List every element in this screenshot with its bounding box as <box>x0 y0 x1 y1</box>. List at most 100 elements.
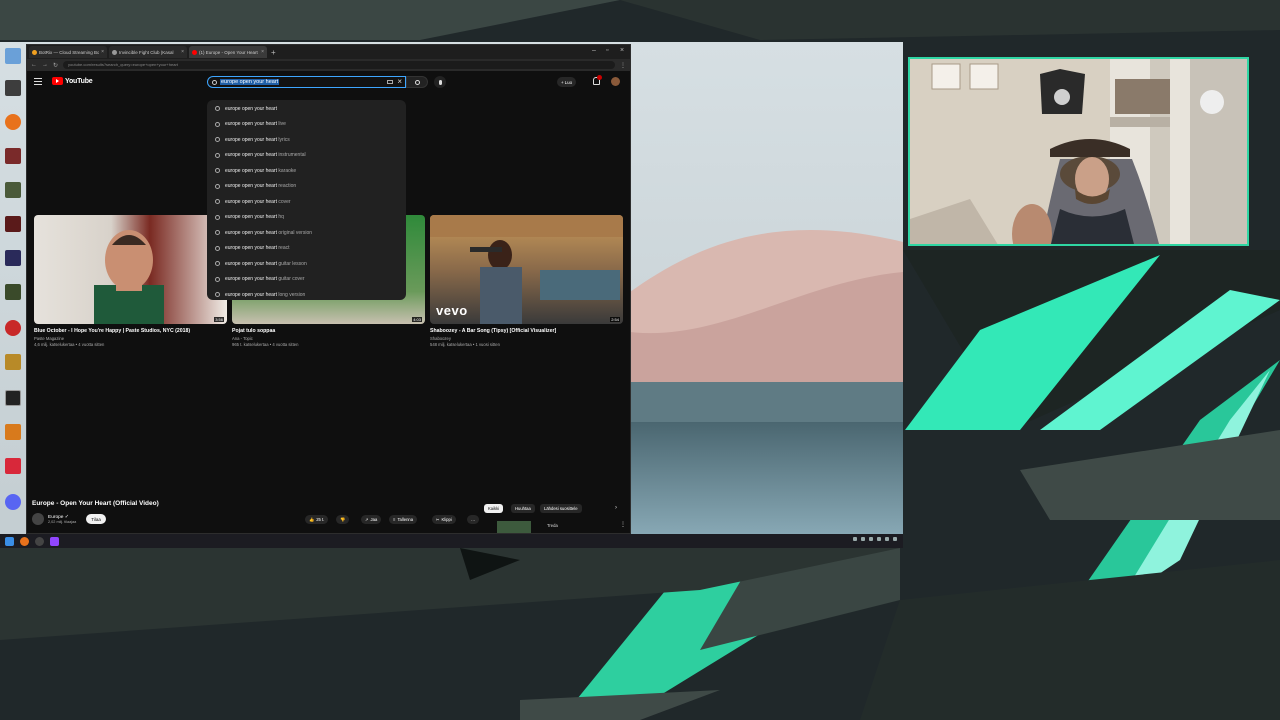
discord-icon[interactable] <box>3 494 23 522</box>
search-suggestion[interactable]: europe open your heart reaction <box>207 179 406 195</box>
search-icon <box>215 121 220 127</box>
browser-taskbar-icon[interactable] <box>20 536 29 546</box>
forward-icon[interactable]: → <box>42 62 48 68</box>
search-suggestion[interactable]: europe open your heart live <box>207 117 406 133</box>
tray-icon[interactable] <box>893 537 897 541</box>
browser-tab-active[interactable]: (1) Europe - Open Your Heart × <box>189 46 267 58</box>
save-button[interactable]: ≡ Tallenna <box>389 515 418 524</box>
share-button[interactable]: ↗ Jaa <box>361 515 382 524</box>
desktop-app-icon[interactable] <box>3 424 23 452</box>
firefox-icon[interactable] <box>3 114 23 142</box>
subscribe-button[interactable]: Tilaa <box>86 514 106 524</box>
search-icon <box>215 245 220 251</box>
like-button[interactable]: 👍 25 t. <box>305 515 329 524</box>
search-suggestion[interactable]: europe open your heart guitar lesson <box>207 256 406 272</box>
recommended-title[interactable]: Treda <box>547 523 558 528</box>
back-icon[interactable]: ← <box>31 62 37 68</box>
search-suggestion[interactable]: europe open your heart instrumental <box>207 148 406 164</box>
suggestion-query: europe open your heart <box>225 291 277 298</box>
tray-icon[interactable] <box>869 537 873 541</box>
search-suggestion[interactable]: europe open your heart karaoke <box>207 163 406 179</box>
search-suggestion[interactable]: europe open your heart hq <box>207 210 406 226</box>
search-box[interactable]: europe open your heart × <box>207 76 406 88</box>
search-suggestion[interactable]: europe open your heart react <box>207 241 406 257</box>
close-tab-icon[interactable]: × <box>261 49 264 55</box>
more-vert-icon[interactable]: ⋮ <box>620 521 626 528</box>
video-title[interactable]: Blue October - I Hope You're Happy | Pas… <box>34 328 227 334</box>
desktop-app-icon[interactable] <box>3 182 23 210</box>
clip-label: Klippi <box>441 517 452 522</box>
desktop-app-icon[interactable] <box>3 354 23 382</box>
suggestion-completion: original version <box>276 229 313 236</box>
tray-icon[interactable] <box>861 537 865 541</box>
hamburger-menu-icon[interactable] <box>34 78 42 85</box>
channel-info: Europe ✓ 2,02 milj. tilaajaa <box>48 515 76 524</box>
chip[interactable]: Huuhtaa <box>511 504 535 513</box>
desktop-app-icon[interactable] <box>3 250 23 278</box>
minimize-icon[interactable]: – <box>592 47 596 54</box>
tray-icon[interactable] <box>877 537 881 541</box>
voice-search-button[interactable] <box>434 76 446 88</box>
chip[interactable]: Lähdesi suosittele <box>540 504 582 513</box>
search-icon <box>215 168 220 174</box>
create-button[interactable]: + Luo <box>557 77 577 87</box>
video-thumbnail[interactable]: 3:56 <box>34 215 227 324</box>
extensions-icon[interactable]: ⋮ <box>620 62 626 69</box>
video-card[interactable]: 3:56 Blue October - I Hope You're Happy … <box>34 215 227 347</box>
search-suggestion[interactable]: europe open your heart cover <box>207 194 406 210</box>
desktop-capture: BotRix — Cloud Streaming Bot × Invincibl… <box>0 42 903 548</box>
channel-avatar[interactable] <box>32 513 44 525</box>
desktop-app-icon[interactable] <box>3 80 23 108</box>
twitch-taskbar-icon[interactable] <box>50 536 59 546</box>
clip-button[interactable]: ✂ Klippi <box>432 515 456 524</box>
clear-search-icon[interactable]: × <box>397 77 402 87</box>
desktop-app-icon[interactable] <box>3 216 23 244</box>
dislike-button[interactable]: 👎 <box>336 515 350 524</box>
suggestion-query: europe open your heart <box>225 167 277 174</box>
obs-taskbar-icon[interactable] <box>35 536 44 546</box>
search-icon <box>215 199 220 205</box>
video-channel[interactable]: Paste Magazine <box>34 336 227 341</box>
tray-icon[interactable] <box>885 537 889 541</box>
search-suggestion[interactable]: europe open your heart original version <box>207 225 406 241</box>
desktop-app-icon[interactable] <box>3 148 23 176</box>
account-avatar[interactable] <box>611 77 620 86</box>
tab-favicon-icon <box>112 49 117 55</box>
keyboard-icon[interactable] <box>387 80 393 84</box>
tray-icon[interactable] <box>853 537 857 541</box>
close-tab-icon[interactable]: × <box>101 49 104 55</box>
video-channel[interactable]: Ana - Topic <box>232 336 425 341</box>
search-suggestion[interactable]: europe open your heart long version <box>207 287 406 303</box>
video-thumbnail[interactable]: vevo 2:54 <box>430 215 623 324</box>
youtube-logo[interactable]: YouTube <box>52 77 93 85</box>
desktop-app-icon[interactable] <box>3 320 23 348</box>
recycle-bin-icon[interactable] <box>3 48 23 76</box>
search-button[interactable] <box>406 76 428 88</box>
chevron-right-icon[interactable]: › <box>615 505 617 511</box>
video-channel[interactable]: Shaboozey <box>430 336 623 341</box>
desktop-app-icon[interactable] <box>3 390 23 418</box>
tab-title: (1) Europe - Open Your Heart <box>199 49 258 55</box>
new-tab-button[interactable]: + <box>271 48 276 57</box>
reload-icon[interactable]: ↻ <box>53 62 58 69</box>
maximize-icon[interactable]: ▫ <box>606 47 608 54</box>
search-input[interactable]: europe open your heart <box>220 79 280 85</box>
search-suggestion[interactable]: europe open your heart lyrics <box>207 132 406 148</box>
browser-tab[interactable]: BotRix — Cloud Streaming Bot × <box>29 46 107 58</box>
search-suggestion[interactable]: europe open your heart guitar cover <box>207 272 406 288</box>
url-field[interactable]: youtube.com/results?search_query=europe+… <box>63 61 615 69</box>
more-actions-button[interactable]: … <box>467 515 480 524</box>
close-tab-icon[interactable]: × <box>181 49 184 55</box>
windows-start-icon[interactable] <box>5 536 14 546</box>
video-card[interactable]: vevo 2:54 Shaboozey - A Bar Song (Tipsy)… <box>430 215 623 347</box>
recommended-thumbnail[interactable] <box>497 521 531 533</box>
chip-all[interactable]: Kaikki <box>484 504 504 513</box>
video-title[interactable]: Pojat tulo soppaa <box>232 328 425 334</box>
video-title[interactable]: Shaboozey - A Bar Song (Tipsy) [Official… <box>430 328 623 334</box>
browser-tab[interactable]: Invincible Fight Club (Kasal × <box>109 46 187 58</box>
desktop-app-icon[interactable] <box>3 458 23 486</box>
browser-window: BotRix — Cloud Streaming Bot × Invincibl… <box>26 44 631 534</box>
search-suggestion[interactable]: europe open your heart <box>207 101 406 117</box>
close-window-icon[interactable]: × <box>620 47 624 54</box>
desktop-app-icon[interactable] <box>3 284 23 312</box>
